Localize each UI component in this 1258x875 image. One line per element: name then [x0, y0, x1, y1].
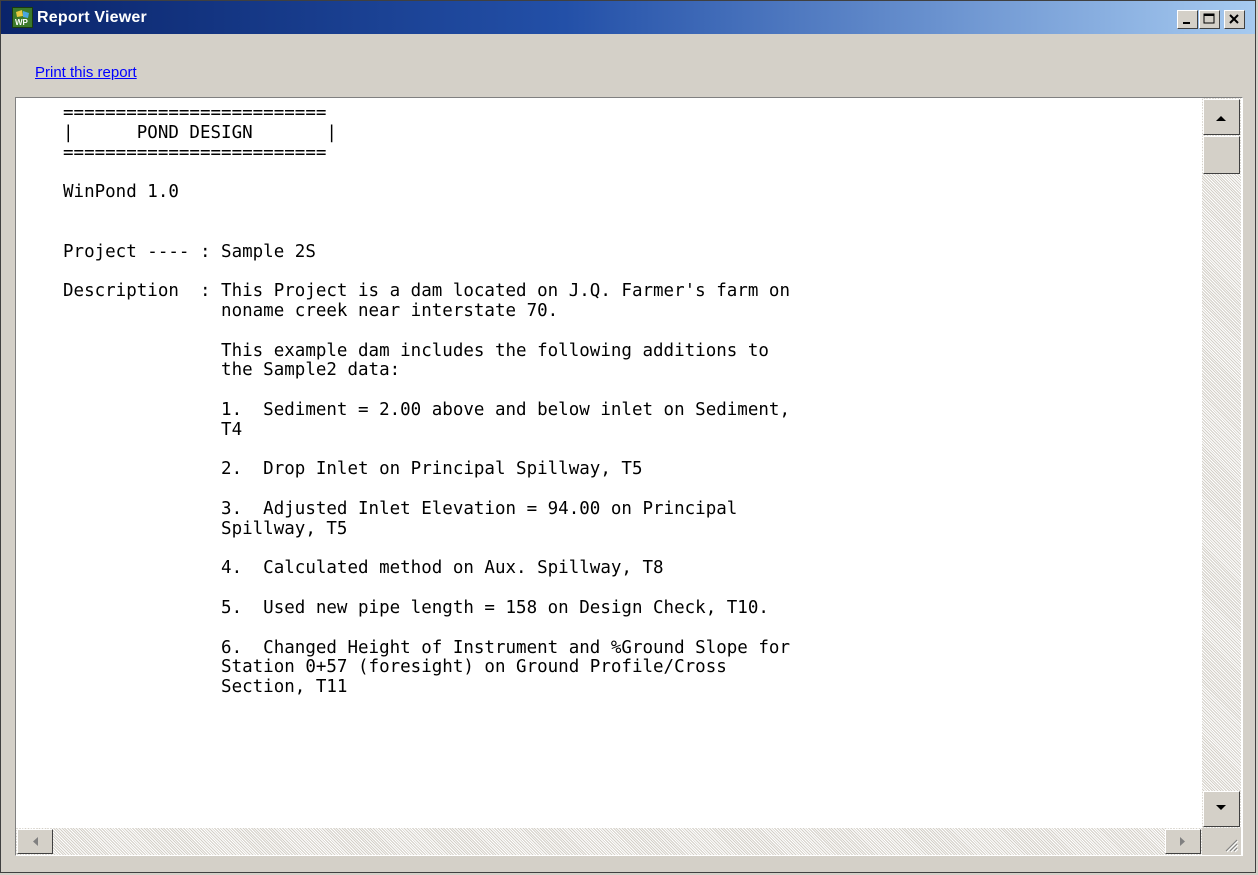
report-line: =========================	[63, 103, 327, 123]
maximize-icon	[1203, 13, 1215, 24]
report-line: 2. Drop Inlet on Principal Spillway, T5	[63, 459, 643, 480]
title-bar[interactable]: WP Report Viewer	[1, 1, 1255, 34]
report-document-frame[interactable]: ========================= | POND DESIGN …	[15, 97, 1243, 856]
report-line: Station 0+57 (foresight) on Ground Profi…	[63, 657, 727, 678]
report-line: Project ---- : Sample 2S	[63, 241, 316, 262]
report-line: WinPond 1.0	[63, 182, 179, 203]
vertical-scrollbar[interactable]	[1202, 98, 1241, 828]
print-report-link[interactable]: Print this report	[35, 64, 137, 81]
winpond-app-icon[interactable]: WP	[12, 7, 33, 28]
scroll-down-icon	[1216, 805, 1226, 810]
report-line: Description : This Project is a dam loca…	[63, 281, 790, 302]
report-line: T4	[63, 419, 243, 440]
report-line: Section, T11	[63, 677, 348, 698]
report-line: 5. Used new pipe length = 158 on Design …	[63, 597, 769, 618]
report-line: noname creek near interstate 70.	[63, 300, 559, 321]
report-line: 3. Adjusted Inlet Elevation = 94.00 on P…	[63, 498, 738, 519]
report-line: 4. Calculated method on Aux. Spillway, T…	[63, 558, 664, 579]
scroll-thumb[interactable]	[1203, 136, 1240, 174]
minimize-button[interactable]	[1177, 10, 1198, 29]
report-viewer-window: WP Report Viewer Print this report =====…	[0, 0, 1256, 873]
scroll-left-button[interactable]	[17, 829, 53, 854]
resize-grip-icon	[1225, 839, 1239, 853]
horizontal-scrollbar[interactable]	[16, 828, 1202, 855]
minimize-icon	[1183, 22, 1190, 24]
report-body: ========================= | POND DESIGN …	[63, 103, 790, 698]
report-line: This example dam includes the following …	[63, 340, 769, 361]
report-line: Spillway, T5	[63, 518, 348, 539]
scroll-up-icon	[1216, 116, 1226, 121]
window-title: Report Viewer	[37, 9, 147, 26]
close-icon	[1229, 14, 1239, 24]
scroll-up-button[interactable]	[1203, 99, 1240, 135]
report-line: 6. Changed Height of Instrument and %Gro…	[63, 637, 790, 658]
scroll-right-button[interactable]	[1165, 829, 1201, 854]
report-line: the Sample2 data:	[63, 360, 401, 381]
scroll-down-button[interactable]	[1203, 791, 1240, 827]
resize-grip[interactable]	[1202, 828, 1241, 855]
report-line: 1. Sediment = 2.00 above and below inlet…	[63, 399, 790, 420]
scroll-left-icon	[33, 837, 38, 846]
maximize-button[interactable]	[1199, 10, 1220, 29]
close-button[interactable]	[1224, 10, 1245, 29]
toolbar: Print this report	[1, 34, 1255, 94]
svg-text:WP: WP	[15, 18, 29, 27]
scroll-right-icon	[1180, 837, 1185, 846]
report-line: | POND DESIGN |	[63, 122, 337, 143]
report-line: =========================	[63, 142, 327, 163]
